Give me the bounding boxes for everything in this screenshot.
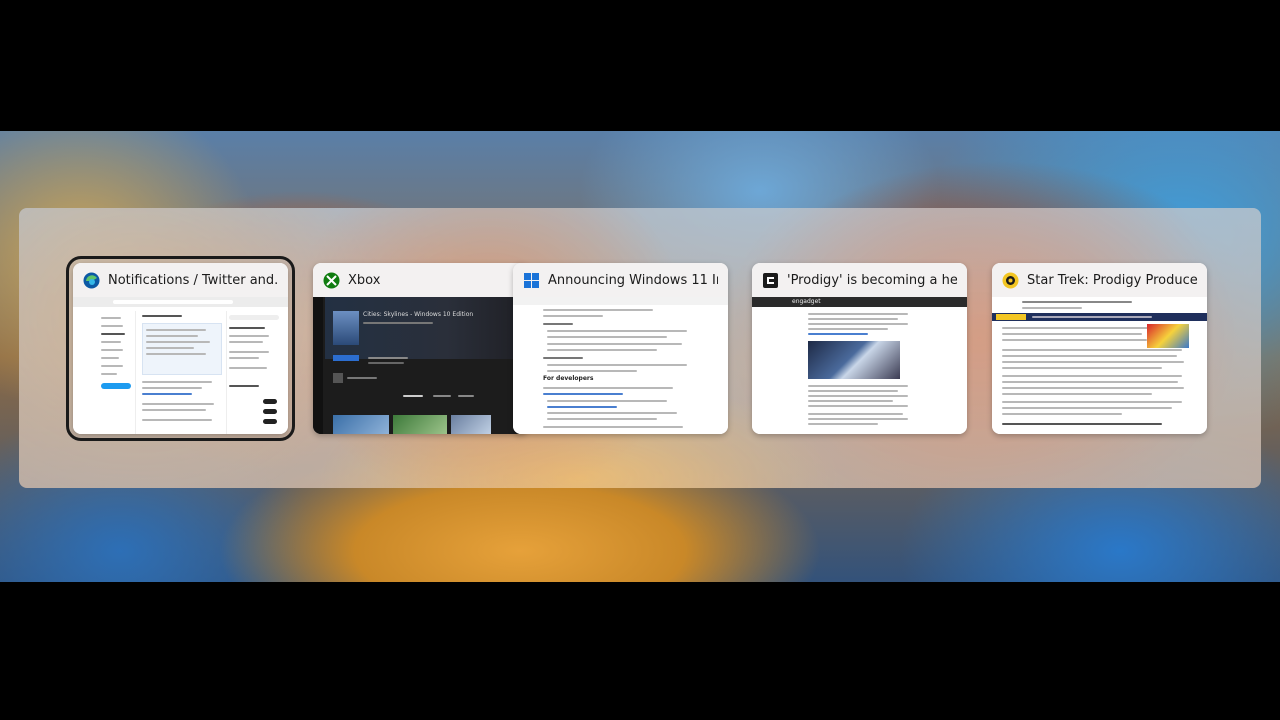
- window-card-xbox[interactable]: Xbox Cities: Skylines - Windows 10 Editi…: [313, 263, 528, 434]
- window-card-engadget[interactable]: 'Prodigy' is becoming a he... engadget: [752, 263, 967, 434]
- engadget-icon: [762, 272, 779, 289]
- site-label: engadget: [792, 298, 821, 305]
- window-title: Notifications / Twitter and...: [108, 272, 278, 288]
- window-title: Star Trek: Prodigy Producer...: [1027, 272, 1197, 288]
- window-preview-engadget: engadget: [752, 297, 967, 434]
- window-title: Announcing Windows 11 In...: [548, 272, 718, 288]
- edge-icon: [83, 272, 100, 289]
- window-card-header: Notifications / Twitter and...: [73, 263, 288, 297]
- window-card-header: Xbox: [313, 263, 528, 297]
- window-card-star-trek[interactable]: Star Trek: Prodigy Producer...: [992, 263, 1207, 434]
- window-card-twitter[interactable]: Notifications / Twitter and...: [66, 256, 295, 441]
- window-card-header: Announcing Windows 11 In...: [513, 263, 728, 297]
- window-title: 'Prodigy' is becoming a he...: [787, 272, 957, 288]
- window-preview-windows-blog: For developers: [513, 297, 728, 434]
- xbox-icon: [323, 272, 340, 289]
- window-title: Xbox: [348, 272, 381, 288]
- window-preview-twitter: [73, 297, 288, 434]
- game-title: Cities: Skylines - Windows 10 Edition: [363, 311, 474, 318]
- section-heading: For developers: [543, 375, 594, 382]
- window-card-windows-blog[interactable]: Announcing Windows 11 In... For develope…: [513, 263, 728, 434]
- task-switcher: Notifications / Twitter and... Xbox Citi…: [19, 208, 1261, 488]
- windows-icon: [523, 272, 540, 289]
- window-card-header: 'Prodigy' is becoming a he...: [752, 263, 967, 297]
- window-preview-star-trek: [992, 297, 1207, 434]
- window-card-header: Star Trek: Prodigy Producer...: [992, 263, 1207, 297]
- window-preview-xbox: Cities: Skylines - Windows 10 Edition: [313, 297, 528, 434]
- site-logo-icon: [1002, 272, 1019, 289]
